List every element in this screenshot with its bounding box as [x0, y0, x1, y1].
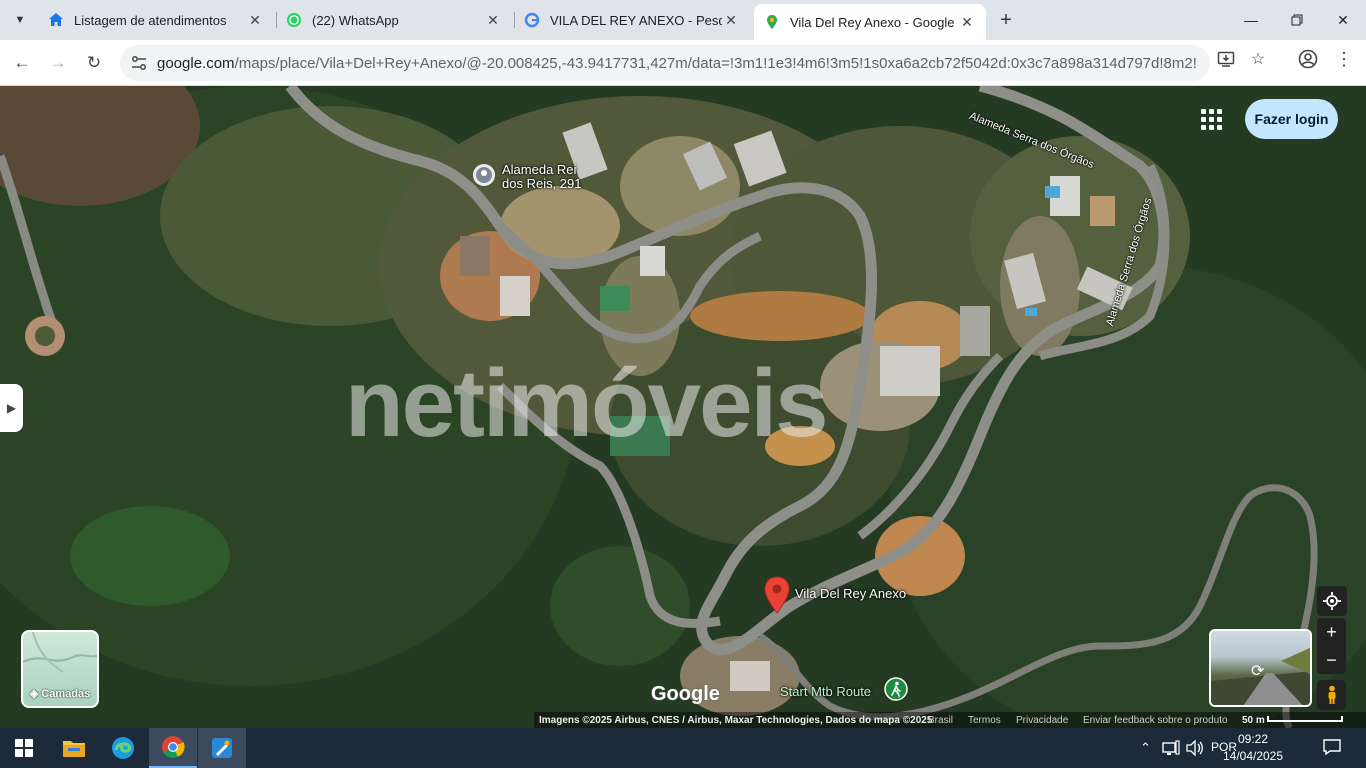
route-marker[interactable]	[884, 677, 908, 701]
scale-label[interactable]: 50 m	[1242, 715, 1265, 726]
url-text: google.com/maps/place/Vila+Del+Rey+Anexo…	[157, 55, 1197, 72]
privacy-link[interactable]: Privacidade	[1016, 715, 1068, 726]
login-button[interactable]: Fazer login	[1245, 99, 1338, 139]
file-explorer-icon[interactable]	[50, 728, 98, 768]
forward-arrow-icon[interactable]: →	[44, 49, 72, 77]
scale-bar[interactable]	[1267, 716, 1343, 722]
poi-label-line: dos Reis, 291	[502, 176, 582, 191]
tab-label: (22) WhatsApp	[312, 12, 399, 28]
street-view-thumbnail[interactable]: ⟳	[1209, 629, 1312, 707]
location-pin-icon	[473, 164, 495, 186]
terms-link[interactable]: Termos	[968, 715, 1001, 726]
edge-browser-icon[interactable]	[99, 728, 147, 768]
whatsapp-icon	[286, 12, 302, 28]
reload-icon[interactable]: ↻	[80, 49, 108, 77]
route-label[interactable]: Start Mtb Route	[780, 684, 871, 699]
browser-toolbar: ← → ↻ google.com/maps/place/Vila+Del+Rey…	[0, 40, 1366, 86]
map-satellite-view[interactable]: netimóveis Alameda Serra dos Órgãos Alam…	[0, 86, 1366, 728]
tab-label: Listagem de atendimentos	[74, 12, 227, 28]
volume-icon[interactable]	[1186, 739, 1204, 759]
place-label[interactable]: Vila Del Rey Anexo	[795, 586, 906, 601]
new-tab-button[interactable]: +	[994, 8, 1018, 32]
tab-search-dropdown-icon[interactable]: ▼	[6, 8, 34, 32]
google-apps-icon[interactable]	[1198, 106, 1222, 130]
attribution-bar: Imagens ©2025 Airbus, CNES / Airbus, Max…	[0, 712, 1366, 728]
place-marker[interactable]	[764, 576, 790, 614]
poi-label-line: Alameda Rei	[502, 162, 577, 177]
tab-whatsapp[interactable]: (22) WhatsApp ✕	[276, 4, 512, 36]
close-window-icon[interactable]: ✕	[1320, 0, 1366, 40]
clock-time: 09:22	[1237, 732, 1269, 746]
layers-label: Camadas	[41, 688, 91, 700]
poi-marker[interactable]	[471, 162, 497, 188]
tab-label: Vila Del Rey Anexo - Google Maps	[790, 14, 958, 30]
close-tab-icon[interactable]: ✕	[246, 11, 264, 29]
url-path: /maps/place/Vila+Del+Rey+Anexo/@-20.0084…	[234, 55, 1197, 72]
network-icon[interactable]	[1162, 740, 1180, 759]
google-logo: Google	[651, 683, 720, 705]
map-thumbnail	[23, 632, 97, 673]
maps-pin-icon	[764, 14, 780, 30]
zoom-in-button[interactable]: +	[1317, 618, 1346, 646]
address-bar[interactable]: google.com/maps/place/Vila+Del+Rey+Anexo…	[120, 45, 1210, 81]
chrome-icon[interactable]	[149, 728, 197, 768]
pegman-icon[interactable]	[1317, 680, 1346, 710]
bookmark-star-icon[interactable]: ☆	[1247, 48, 1269, 70]
show-hidden-icons-icon[interactable]: ⌃	[1140, 740, 1151, 756]
restore-icon[interactable]	[1274, 0, 1320, 40]
url-host: google.com	[157, 55, 235, 72]
layers-button[interactable]: ◈ Camadas	[21, 630, 99, 708]
windows-taskbar: ⌃ POR 09:22 14/04/2025	[0, 728, 1366, 768]
home-icon	[48, 12, 64, 28]
attribution-text: Imagens ©2025 Airbus, CNES / Airbus, Max…	[539, 715, 933, 726]
poi-label[interactable]: Alameda Rei dos Reis, 291	[502, 163, 582, 191]
profile-icon[interactable]	[1297, 48, 1319, 70]
rotate-360-icon: ⟳	[1251, 663, 1265, 680]
layers-stack-icon: ◈	[29, 688, 42, 700]
menu-kebab-icon[interactable]: ⋮	[1333, 48, 1355, 70]
feedback-link[interactable]: Enviar feedback sobre o produto	[1083, 715, 1228, 726]
windows-start-icon[interactable]	[0, 728, 48, 768]
tab-listagem[interactable]: Listagem de atendimentos ✕	[38, 4, 274, 36]
install-app-icon[interactable]	[1215, 48, 1237, 70]
minimize-icon[interactable]: —	[1228, 0, 1274, 40]
tab-google-maps[interactable]: Vila Del Rey Anexo - Google Maps ✕	[754, 4, 986, 40]
clock-date: 14/04/2025	[1222, 749, 1284, 763]
back-arrow-icon[interactable]: ←	[8, 49, 36, 77]
close-tab-icon[interactable]: ✕	[484, 11, 502, 29]
my-location-icon[interactable]	[1317, 586, 1347, 616]
site-info-icon[interactable]	[130, 54, 148, 72]
tab-google-search[interactable]: VILA DEL REY ANEXO - Pesquisa ✕	[514, 4, 750, 36]
system-clock[interactable]: 09:22 14/04/2025	[1222, 731, 1284, 765]
tab-label: VILA DEL REY ANEXO - Pesquisa	[550, 12, 722, 28]
zoom-out-button[interactable]: −	[1317, 646, 1346, 674]
paint-app-icon[interactable]	[198, 728, 246, 768]
browser-tab-bar: ▼ Listagem de atendimentos ✕ (22) WhatsA…	[0, 0, 1366, 40]
layers-label-row: ◈ Camadas	[23, 687, 97, 700]
close-tab-icon[interactable]: ✕	[722, 11, 740, 29]
expand-side-panel-icon[interactable]: ▶	[0, 384, 23, 432]
red-pin-icon	[764, 576, 790, 614]
country-link[interactable]: Brasil	[928, 715, 953, 726]
netimoveis-watermark: netimóveis	[345, 350, 829, 457]
hiking-icon	[884, 677, 908, 701]
google-icon	[524, 12, 540, 28]
notifications-icon[interactable]	[1323, 738, 1341, 759]
close-tab-icon[interactable]: ✕	[958, 13, 976, 31]
